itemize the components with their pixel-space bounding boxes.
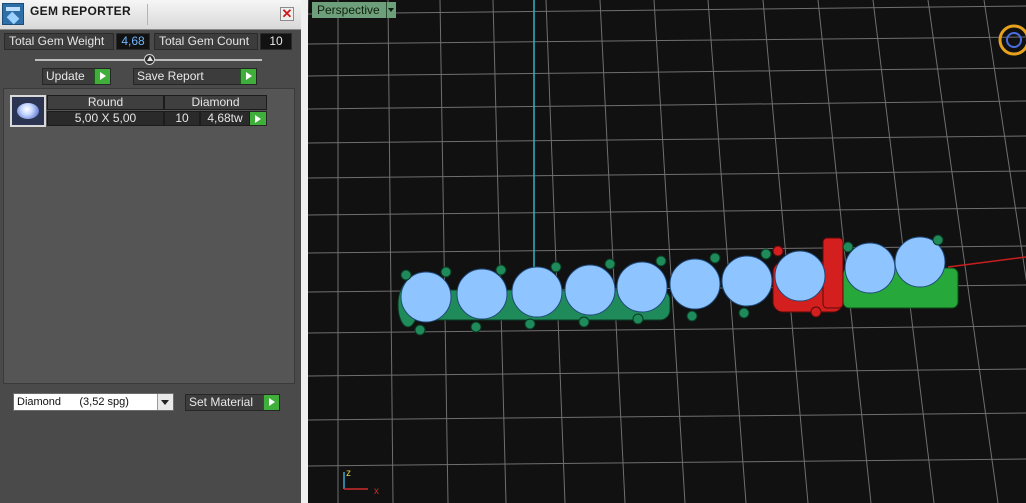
x-axis-line <box>947 256 1026 268</box>
chevron-down-icon <box>157 394 173 410</box>
panel-titlebar: GEM REPORTER ✕ <box>0 0 301 30</box>
viewport-canvas[interactable]: z x <box>308 0 1026 503</box>
total-gem-weight-value: 4,68 <box>116 33 150 50</box>
size-slider-handle[interactable] <box>144 54 155 65</box>
gem-weight-value: 4,68tw <box>200 111 250 126</box>
axis-x-label: x <box>374 486 379 497</box>
set-material-button-label: Set Material <box>189 395 254 409</box>
title-divider <box>147 4 148 25</box>
total-gem-weight-label: Total Gem Weight <box>4 33 114 50</box>
total-gem-count-label: Total Gem Count <box>154 33 258 50</box>
gem-row-action-button[interactable] <box>250 111 267 126</box>
set-material-button[interactable]: Set Material <box>185 394 280 411</box>
gem-list <box>3 88 295 384</box>
axis-z-label: z <box>346 468 351 479</box>
update-button[interactable]: Update <box>42 68 111 85</box>
perspective-viewport[interactable]: z x Perspective <box>308 0 1026 503</box>
update-button-label: Update <box>46 69 85 83</box>
gem-material-header: Diamond <box>164 95 267 110</box>
play-icon <box>94 69 110 84</box>
axis-gizmo: z x <box>343 468 379 497</box>
panel-title: GEM REPORTER <box>30 4 131 18</box>
save-report-button-label: Save Report <box>137 69 204 83</box>
play-icon <box>250 112 266 125</box>
gem-shape-header: Round <box>47 95 164 110</box>
play-icon <box>240 69 256 84</box>
round-gem-thumbnail[interactable] <box>10 95 46 127</box>
material-select[interactable]: Diamond (3,52 spg) <box>13 393 174 411</box>
panel-divider[interactable] <box>301 0 308 503</box>
viewport-view-label[interactable]: Perspective <box>312 2 396 18</box>
close-button[interactable]: ✕ <box>280 7 294 21</box>
gem-reporter-panel: GEM REPORTER ✕ Total Gem Weight 4,68 Tot… <box>0 0 301 503</box>
play-icon <box>263 395 279 410</box>
save-report-button[interactable]: Save Report <box>133 68 257 85</box>
gem-size-value: 5,00 X 5,00 <box>47 111 164 126</box>
total-gem-count-value: 10 <box>260 33 292 50</box>
view-cube-icon[interactable] <box>998 24 1026 56</box>
gem-reporter-icon <box>2 3 24 25</box>
chevron-down-icon[interactable] <box>386 2 396 18</box>
gem-count-value: 10 <box>164 111 200 126</box>
material-select-value: Diamond (3,52 spg) <box>17 396 129 408</box>
gem-bracelet-model[interactable] <box>397 234 959 336</box>
